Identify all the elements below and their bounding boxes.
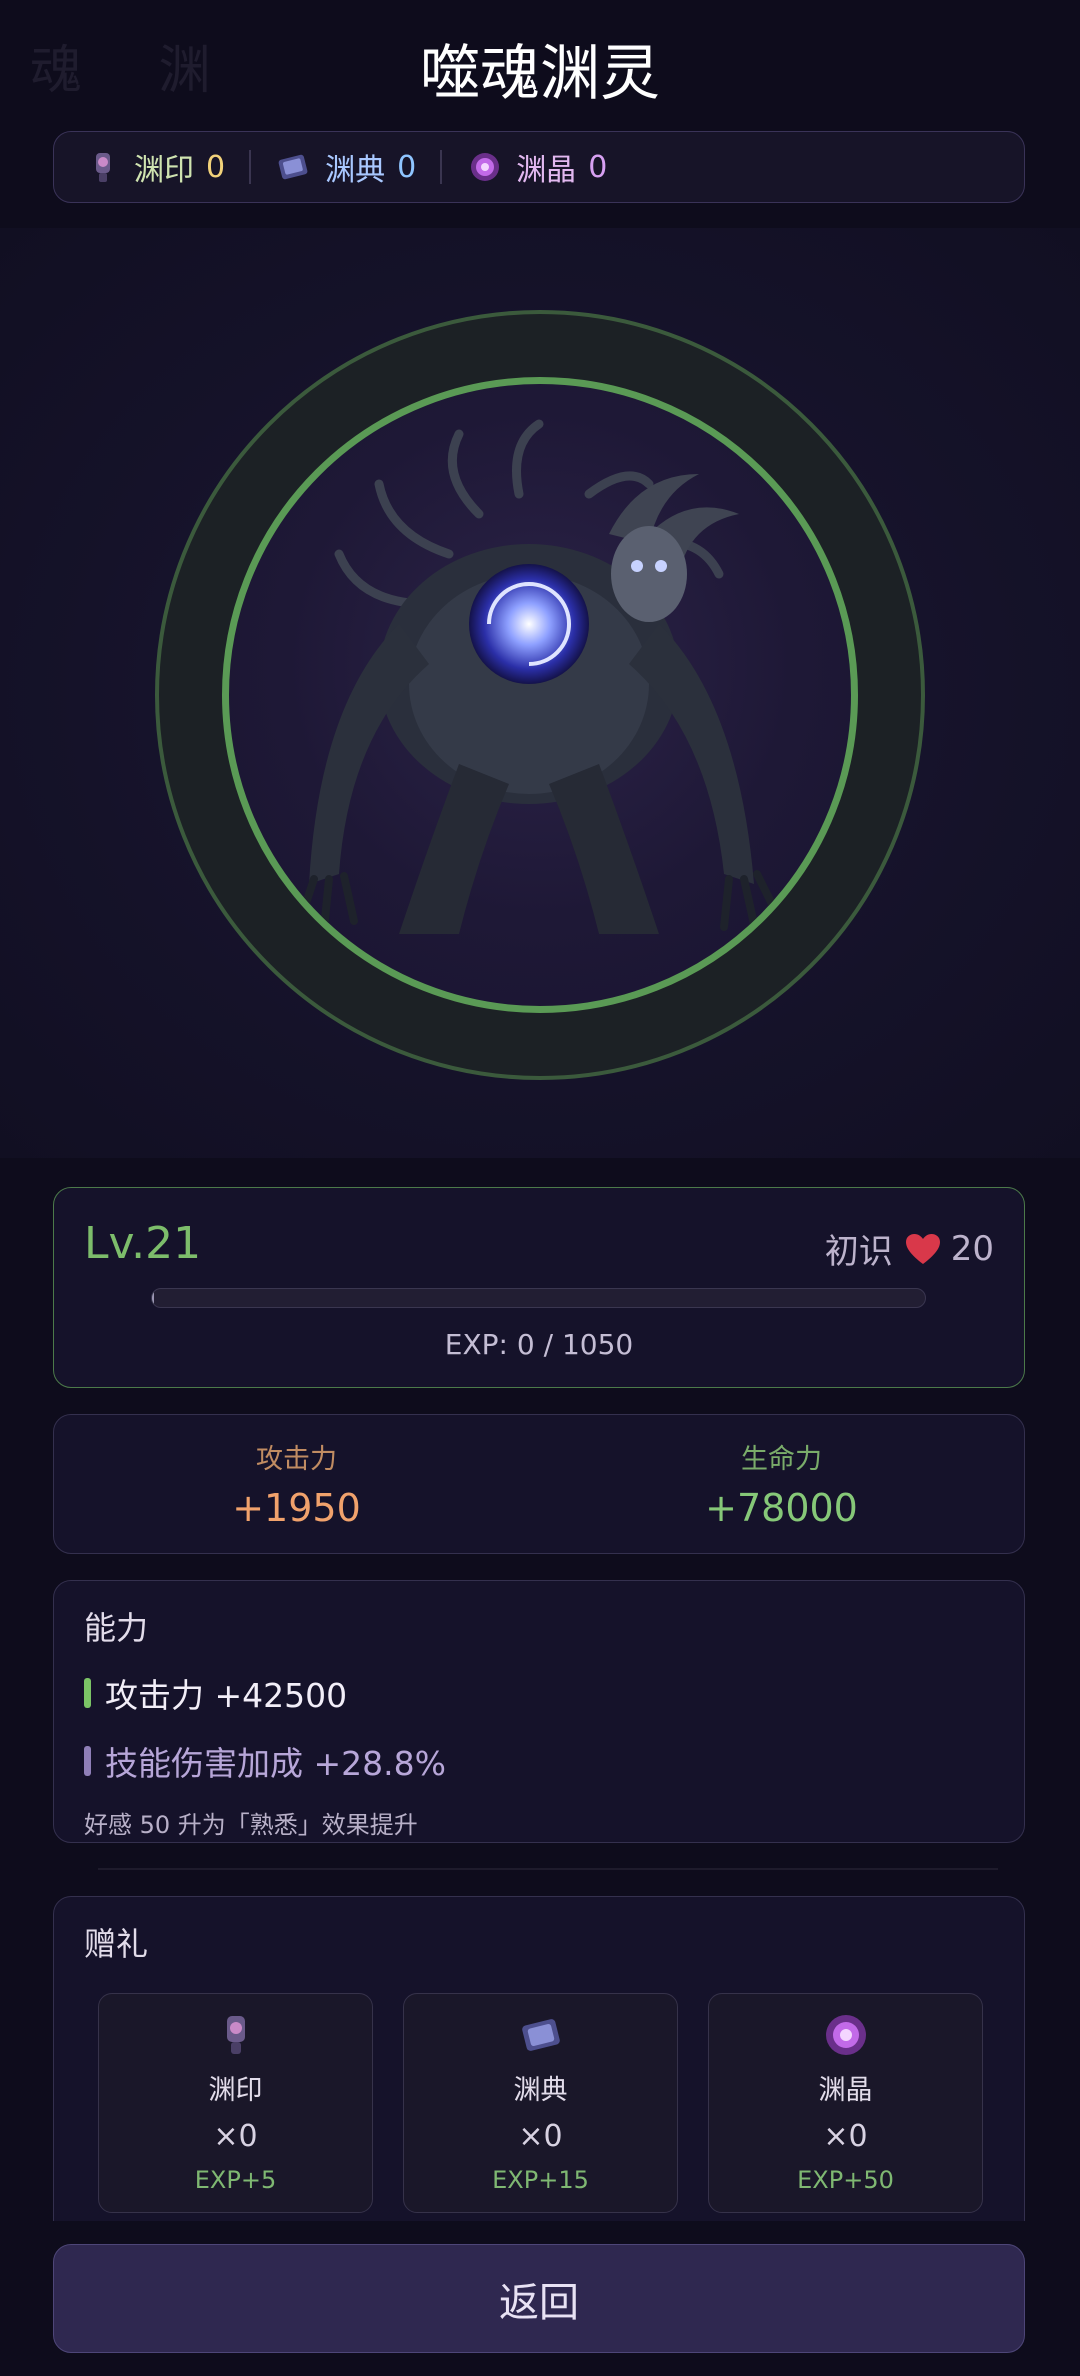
monster-portrait — [295, 419, 781, 934]
gift-name: 渊晶 — [818, 2075, 873, 2106]
seal-icon — [226, 2016, 245, 2054]
gift-count: ×0 — [823, 2119, 868, 2154]
ability-card: 能力 攻击力 +42500 技能伤害加成 +28.8% 好感 50 升为「熟悉」… — [53, 1580, 1025, 1843]
affinity-value: 20 — [950, 1228, 994, 1269]
ability-title: 能力 — [84, 1609, 149, 1647]
currency-label: 渊晶 — [516, 153, 577, 188]
attack-stat: 攻击力 +1950 — [54, 1415, 539, 1553]
hp-label: 生命力 — [741, 1444, 822, 1475]
gift-count: ×0 — [518, 2119, 563, 2154]
affinity: 初识 20 — [825, 1224, 994, 1273]
level-card: Lv.21 初识 20 EXP: 0 / 1050 — [53, 1187, 1025, 1388]
currency-value: 0 — [397, 149, 417, 185]
hp-value: +78000 — [705, 1486, 858, 1530]
separator — [249, 150, 252, 184]
crystal-icon — [825, 2015, 866, 2055]
ability-line: 技能伤害加成 +28.8% — [84, 1737, 994, 1785]
back-button[interactable]: 返回 — [53, 2244, 1025, 2353]
gift-card: 赠礼 渊印 ×0 EXP+5 渊典 ×0 EXP+15 渊晶 ×0 EXP+50 — [53, 1896, 1025, 2221]
currency-crystal: 渊晶 0 — [468, 132, 607, 202]
ability-text: 攻击力 +42500 — [105, 1676, 348, 1715]
portrait-frame — [222, 377, 858, 1013]
currency-value: 0 — [206, 149, 226, 185]
crystal-icon — [468, 150, 502, 184]
currency-book: 渊典 0 — [277, 132, 416, 202]
ability-line: 攻击力 +42500 — [84, 1669, 994, 1717]
ability-text: 技能伤害加成 +28.8% — [105, 1744, 446, 1783]
book-icon — [277, 150, 311, 184]
hp-stat: 生命力 +78000 — [539, 1415, 1024, 1553]
gift-name: 渊印 — [208, 2075, 263, 2106]
exp-text: EXP: 0 / 1050 — [444, 1328, 634, 1361]
gift-exp: EXP+5 — [194, 2166, 277, 2194]
divider — [98, 1868, 998, 1870]
currency-value: 0 — [588, 149, 608, 185]
gift-name: 渊典 — [513, 2075, 568, 2106]
gift-exp: EXP+15 — [492, 2166, 589, 2194]
currency-label: 渊印 — [134, 153, 194, 188]
gift-exp: EXP+50 — [797, 2166, 894, 2194]
currency-seal: 渊印 0 — [86, 132, 225, 202]
stats-card: 攻击力 +1950 生命力 +78000 — [53, 1414, 1025, 1554]
gift-item-seal[interactable]: 渊印 ×0 EXP+5 — [98, 1993, 373, 2213]
currency-label: 渊典 — [325, 153, 386, 188]
character-showcase — [0, 228, 1080, 1158]
page-title: 噬魂渊灵 — [420, 39, 660, 109]
separator — [440, 150, 443, 184]
seal-icon — [86, 150, 120, 184]
attack-label: 攻击力 — [256, 1444, 337, 1475]
gift-count: ×0 — [213, 2119, 258, 2154]
ability-marker — [84, 1678, 91, 1708]
exp-progress-bar — [151, 1288, 926, 1308]
attack-value: +1950 — [232, 1486, 361, 1530]
level-text: Lv.21 — [84, 1218, 202, 1269]
heart-icon — [905, 1233, 940, 1264]
exp-progress-fill — [152, 1289, 154, 1307]
ability-marker — [84, 1746, 91, 1776]
ability-note: 好感 50 升为「熟悉」效果提升 — [84, 1811, 418, 1839]
gift-item-book[interactable]: 渊典 ×0 EXP+15 — [403, 1993, 678, 2213]
affinity-label: 初识 — [824, 1232, 893, 1272]
gift-list: 渊印 ×0 EXP+5 渊典 ×0 EXP+15 渊晶 ×0 EXP+50 — [84, 1993, 994, 2213]
book-icon — [521, 2019, 560, 2051]
gift-title: 赠礼 — [84, 1925, 149, 1963]
gift-item-crystal[interactable]: 渊晶 ×0 EXP+50 — [708, 1993, 983, 2213]
currency-bar: 渊印 0 渊典 0 渊晶 0 — [53, 131, 1025, 203]
portrait-ring-outer — [155, 310, 925, 1080]
